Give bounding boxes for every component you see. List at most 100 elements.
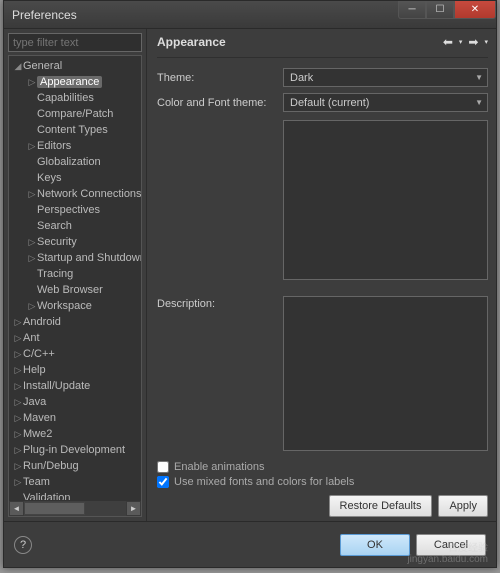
tree-item[interactable]: ▷Startup and Shutdown (9, 250, 142, 266)
expand-arrow-icon[interactable]: ▷ (13, 477, 23, 488)
tree-item[interactable]: ▷Maven (9, 410, 142, 426)
tree-item-label: Java (23, 396, 46, 408)
tree-item-label: Keys (37, 172, 61, 184)
minimize-button[interactable]: ─ (398, 1, 426, 19)
expand-arrow-icon[interactable]: ▷ (27, 189, 37, 200)
tree-item[interactable]: ▷Android (9, 314, 142, 330)
color-font-combo[interactable]: Default (current) ▼ (283, 93, 488, 112)
scroll-left-button[interactable]: ◄ (9, 501, 24, 516)
tree-item[interactable]: Globalization (9, 154, 142, 170)
theme-row: Theme: Dark ▼ (157, 68, 488, 87)
restore-defaults-button[interactable]: Restore Defaults (329, 495, 433, 517)
tree-item[interactable]: ▷Network Connections (9, 186, 142, 202)
filter-input[interactable] (8, 33, 142, 52)
description-label: Description: (157, 296, 277, 451)
scroll-thumb[interactable] (24, 502, 85, 515)
mixed-fonts-label: Use mixed fonts and colors for labels (174, 476, 354, 488)
expand-arrow-icon[interactable]: ▷ (27, 77, 37, 88)
expand-arrow-open-icon[interactable]: ◢ (13, 61, 23, 72)
close-button[interactable]: ✕ (454, 1, 496, 19)
expand-arrow-icon[interactable]: ▷ (13, 397, 23, 408)
tree-item-label: Workspace (37, 300, 92, 312)
tree-item[interactable]: Tracing (9, 266, 142, 282)
tree-item[interactable]: ▷Security (9, 234, 142, 250)
enable-animations-checkbox[interactable]: Enable animations (157, 461, 488, 473)
tree-item[interactable]: ▷Editors (9, 138, 142, 154)
forward-menu-icon[interactable]: ▾ (484, 38, 488, 46)
tree-item-label: Editors (37, 140, 71, 152)
tree-item-label: Help (23, 364, 46, 376)
tree-item-label: Mwe2 (23, 428, 52, 440)
expand-arrow-icon[interactable]: ▷ (27, 301, 37, 312)
tree-item-label: Android (23, 316, 61, 328)
expand-arrow-icon[interactable]: ▷ (13, 349, 23, 360)
preview-row (157, 118, 488, 280)
tree-item[interactable]: Compare/Patch (9, 106, 142, 122)
tree-item[interactable]: ▷Install/Update (9, 378, 142, 394)
tree-item[interactable]: Web Browser (9, 282, 142, 298)
expand-arrow-icon[interactable]: ▷ (13, 413, 23, 424)
scroll-right-button[interactable]: ► (126, 501, 141, 516)
apply-button[interactable]: Apply (438, 495, 488, 517)
tree-item-label: Compare/Patch (37, 108, 113, 120)
tree-item[interactable]: ◢General (9, 58, 142, 74)
tree-item[interactable]: Perspectives (9, 202, 142, 218)
tree-item-label: Content Types (37, 124, 108, 136)
color-font-row: Color and Font theme: Default (current) … (157, 93, 488, 112)
tree-item-label: Capabilities (37, 92, 94, 104)
titlebar: Preferences ─ ☐ ✕ (4, 1, 496, 29)
tree-item[interactable]: ▷Help (9, 362, 142, 378)
expand-arrow-icon[interactable]: ▷ (13, 445, 23, 456)
mixed-fonts-checkbox[interactable]: Use mixed fonts and colors for labels (157, 476, 488, 488)
expand-arrow-icon[interactable]: ▷ (27, 237, 37, 248)
expand-arrow-icon[interactable]: ▷ (13, 381, 23, 392)
scroll-track[interactable] (24, 501, 126, 516)
tree-item-label: Globalization (37, 156, 101, 168)
tree-item-label: Maven (23, 412, 56, 424)
tree-item-label: Ant (23, 332, 40, 344)
maximize-button[interactable]: ☐ (426, 1, 454, 19)
tree-item[interactable]: Content Types (9, 122, 142, 138)
tree-item[interactable]: ▷Plug-in Development (9, 442, 142, 458)
mixed-fonts-input[interactable] (157, 476, 169, 488)
dialog-footer: ? OK Cancel (4, 521, 496, 567)
help-icon[interactable]: ? (14, 536, 32, 554)
expand-arrow-icon[interactable]: ▷ (13, 333, 23, 344)
tree-item[interactable]: ▷Appearance (9, 74, 142, 90)
back-menu-icon[interactable]: ▾ (459, 38, 463, 46)
expand-arrow-icon[interactable]: ▷ (13, 317, 23, 328)
enable-animations-input[interactable] (157, 461, 169, 473)
tree-item-label: Startup and Shutdown (37, 252, 142, 264)
tree-item[interactable]: ▷Run/Debug (9, 458, 142, 474)
back-icon[interactable]: ⬅ (443, 35, 453, 49)
forward-icon[interactable]: ➡ (468, 35, 478, 49)
tree-item-label: General (23, 60, 62, 72)
tree-item[interactable]: Capabilities (9, 90, 142, 106)
ok-button[interactable]: OK (340, 534, 410, 556)
tree-item[interactable]: ▷Mwe2 (9, 426, 142, 442)
tree-item-label: Plug-in Development (23, 444, 125, 456)
preview-box (283, 120, 488, 280)
tree-item[interactable]: ▷C/C++ (9, 346, 142, 362)
theme-combo[interactable]: Dark ▼ (283, 68, 488, 87)
tree-item[interactable]: ▷Java (9, 394, 142, 410)
expand-arrow-icon[interactable]: ▷ (13, 429, 23, 440)
horizontal-scrollbar[interactable]: ◄ ► (9, 500, 141, 516)
tree-item-label: Run/Debug (23, 460, 79, 472)
theme-value: Dark (290, 72, 313, 84)
expand-arrow-icon[interactable]: ▷ (13, 365, 23, 376)
preferences-tree[interactable]: ◢General▷AppearanceCapabilitiesCompare/P… (9, 56, 142, 517)
cancel-button[interactable]: Cancel (416, 534, 486, 556)
enable-animations-label: Enable animations (174, 461, 265, 473)
tree-item[interactable]: ▷Team (9, 474, 142, 490)
tree-item-label: C/C++ (23, 348, 55, 360)
expand-arrow-icon[interactable]: ▷ (13, 461, 23, 472)
tree-item[interactable]: ▷Ant (9, 330, 142, 346)
tree-item-label: Appearance (37, 76, 102, 88)
tree-item[interactable]: Search (9, 218, 142, 234)
chevron-down-icon: ▼ (475, 73, 483, 82)
expand-arrow-icon[interactable]: ▷ (27, 141, 37, 152)
tree-item[interactable]: Keys (9, 170, 142, 186)
tree-item[interactable]: ▷Workspace (9, 298, 142, 314)
expand-arrow-icon[interactable]: ▷ (27, 253, 37, 264)
